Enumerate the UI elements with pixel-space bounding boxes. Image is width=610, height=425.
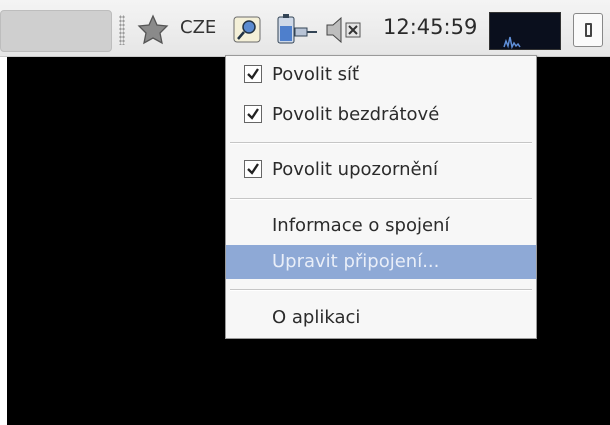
system-monitor-icon[interactable] [489, 12, 561, 50]
volume-muted-icon[interactable] [324, 14, 364, 50]
menu-item-label: O aplikaci [272, 307, 361, 328]
menu-item-connection-info[interactable]: Informace o spojení [226, 209, 536, 243]
network-manager-icon[interactable] [232, 14, 264, 50]
menu-item-label: Upravit připojení... [272, 251, 440, 272]
menu-item-enable-notifications[interactable]: Povolit upozornění [226, 153, 536, 187]
menu-item-label: Povolit upozornění [272, 159, 438, 180]
menu-item-enable-wireless[interactable]: Povolit bezdrátové [226, 98, 536, 132]
favorites-icon[interactable] [134, 14, 172, 50]
menu-item-enable-network[interactable]: Povolit síť [226, 58, 536, 92]
panel-grip[interactable] [119, 15, 125, 45]
menu-item-edit-connections[interactable]: Upravit připojení... [226, 245, 536, 279]
taskbar-slot[interactable] [0, 10, 112, 52]
menu-separator [230, 142, 532, 144]
menu-item-label: Povolit bezdrátové [272, 104, 440, 125]
checkbox-checked-icon[interactable] [244, 105, 262, 123]
menu-item-label: Informace o spojení [272, 215, 450, 236]
menu-separator [230, 198, 532, 200]
menu-separator [230, 289, 532, 291]
network-context-menu: Povolit síť Povolit bezdrátové Povolit u… [225, 55, 537, 339]
menu-item-about[interactable]: O aplikaci [226, 301, 536, 335]
top-panel: CZE 12:45:59 [0, 0, 610, 57]
clock[interactable]: 12:45:59 [383, 15, 477, 39]
battery-power-icon[interactable] [273, 12, 321, 52]
menu-item-label: Povolit síť [272, 64, 360, 85]
checkbox-checked-icon[interactable] [244, 65, 262, 83]
keyboard-layout-indicator[interactable]: CZE [180, 17, 216, 38]
checkbox-checked-icon[interactable] [244, 160, 262, 178]
battery-applet-icon[interactable] [573, 13, 603, 47]
